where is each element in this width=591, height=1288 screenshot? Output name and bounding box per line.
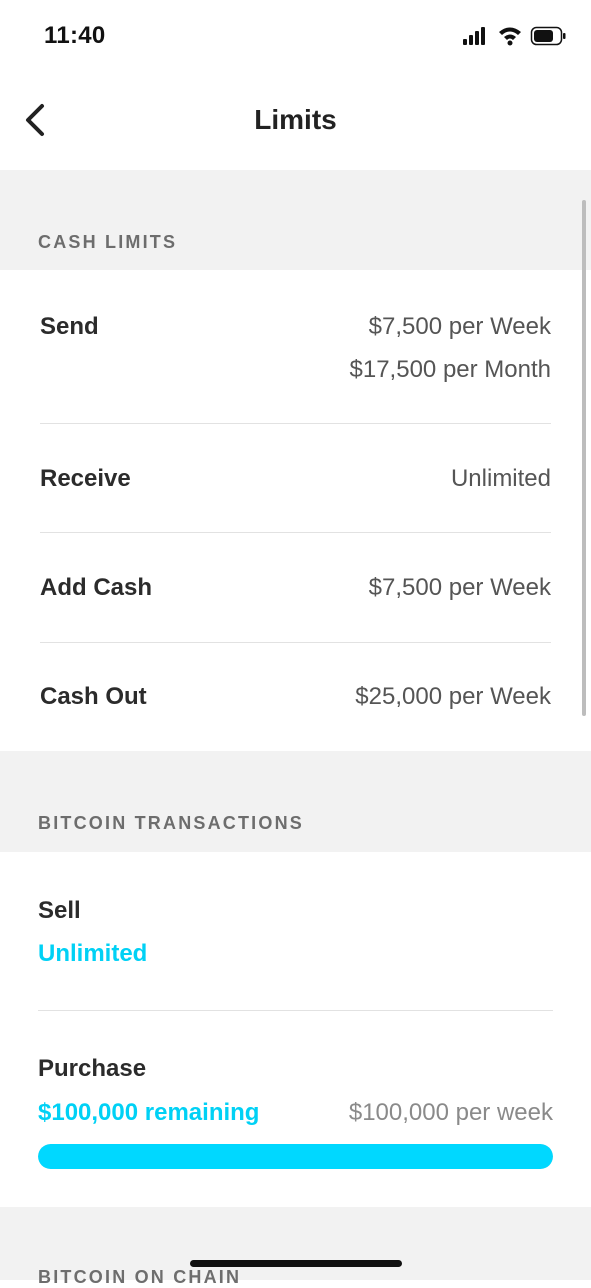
status-bar: 11:40 (0, 0, 591, 70)
bitcoin-on-chain-header: BITCOIN ON CHAIN (0, 1207, 591, 1287)
divider (38, 1010, 553, 1011)
add-cash-row: Add Cash $7,500 per Week (40, 574, 551, 606)
purchase-label: Purchase (38, 1055, 147, 1082)
status-time: 11:40 (44, 22, 106, 49)
receive-limit: Unlimited (450, 465, 551, 492)
section-title-cash-limits: CASH LIMITS (38, 232, 178, 252)
cash-limits-header: CASH LIMITS (0, 170, 591, 270)
section-title-bitcoin-transactions: BITCOIN TRANSACTIONS (38, 813, 304, 833)
divider (40, 642, 551, 643)
send-weekly-limit: $7,500 per Week (368, 313, 551, 340)
receive-label: Receive (40, 465, 131, 492)
add-cash-limit: $7,500 per Week (368, 574, 551, 601)
purchase-remaining: $100,000 remaining (38, 1099, 260, 1126)
send-monthly-limit: $17,500 per Month (349, 356, 551, 383)
cash-out-limit: $25,000 per Week (355, 683, 551, 710)
cash-out-row: Cash Out $25,000 per Week (40, 683, 551, 715)
purchase-progress-bar (38, 1144, 553, 1169)
sell-limit: Unlimited (38, 940, 148, 967)
signal-icon (463, 27, 485, 45)
purchase-row: Purchase $100,000 remaining $100,000 per… (38, 1055, 553, 1135)
divider (40, 423, 551, 424)
wifi-icon (499, 27, 521, 46)
battery-icon (530, 26, 566, 46)
scrollbar[interactable] (582, 200, 586, 716)
bitcoin-transactions-header: BITCOIN TRANSACTIONS (0, 751, 591, 852)
send-row: Send $7,500 per Week $17,500 per Month (40, 313, 551, 393)
page-title: Limits (254, 104, 337, 135)
purchase-weekly-limit: $100,000 per week (348, 1099, 553, 1126)
add-cash-label: Add Cash (40, 574, 153, 601)
receive-row: Receive Unlimited (40, 465, 551, 497)
sell-label: Sell (38, 897, 81, 924)
cash-out-label: Cash Out (40, 683, 147, 710)
status-icons (463, 26, 566, 46)
home-indicator[interactable] (190, 1260, 402, 1267)
nav-bar: Limits (0, 70, 591, 170)
send-label: Send (40, 313, 99, 340)
divider (40, 532, 551, 533)
sell-row: Sell Unlimited (38, 897, 553, 977)
purchase-progress-fill (38, 1144, 553, 1169)
section-title-bitcoin-on-chain: BITCOIN ON CHAIN (38, 1267, 242, 1287)
